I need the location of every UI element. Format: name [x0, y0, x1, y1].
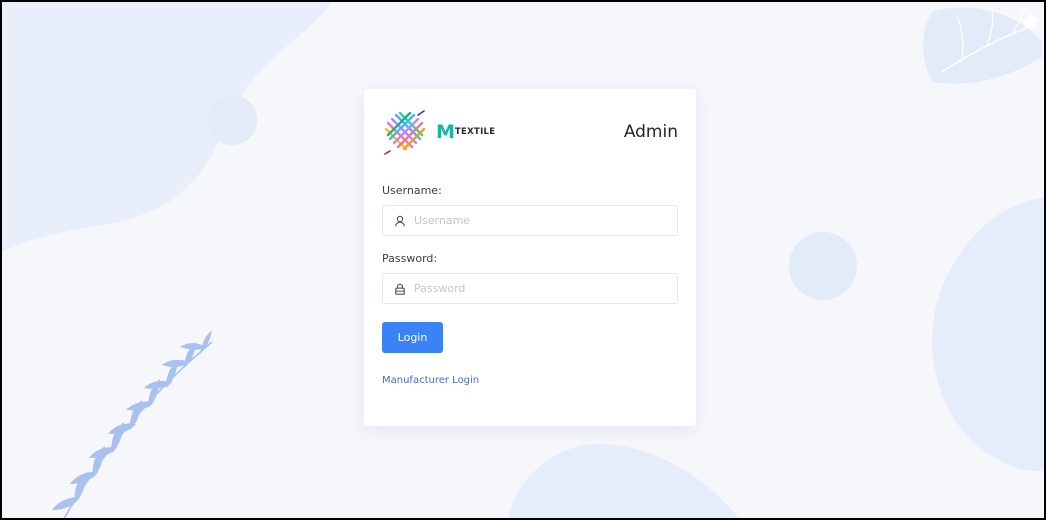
manufacturer-login-link[interactable]: Manufacturer Login [382, 375, 678, 386]
leaf-top-right [923, 7, 1042, 84]
login-button[interactable]: Login [382, 322, 443, 353]
woven-textile-logo-icon [384, 110, 426, 155]
brand-name: TEXTILE [454, 127, 496, 137]
user-icon [394, 215, 406, 226]
password-field[interactable] [382, 273, 678, 304]
login-page: M TEXTILE Admin Username: Password: Logi… [0, 0, 1046, 520]
card-header: M TEXTILE Admin [382, 107, 678, 157]
circle-right [789, 232, 857, 300]
blob-top-left [2, 2, 332, 252]
username-label: Username: [382, 184, 442, 197]
username-input[interactable] [414, 210, 664, 231]
brand-mark-letter: M [436, 121, 455, 143]
username-field[interactable] [382, 205, 678, 236]
circle-left [207, 95, 257, 145]
password-label: Password: [382, 252, 438, 265]
login-card: M TEXTILE Admin Username: Password: Logi… [364, 89, 696, 426]
fern-bottom-left [52, 330, 213, 518]
brand-logo: M TEXTILE [382, 109, 495, 155]
lock-icon [395, 283, 405, 295]
blob-right [932, 197, 1044, 471]
page-title: Admin [623, 122, 678, 142]
password-input[interactable] [414, 278, 664, 299]
blob-bottom [508, 443, 739, 518]
